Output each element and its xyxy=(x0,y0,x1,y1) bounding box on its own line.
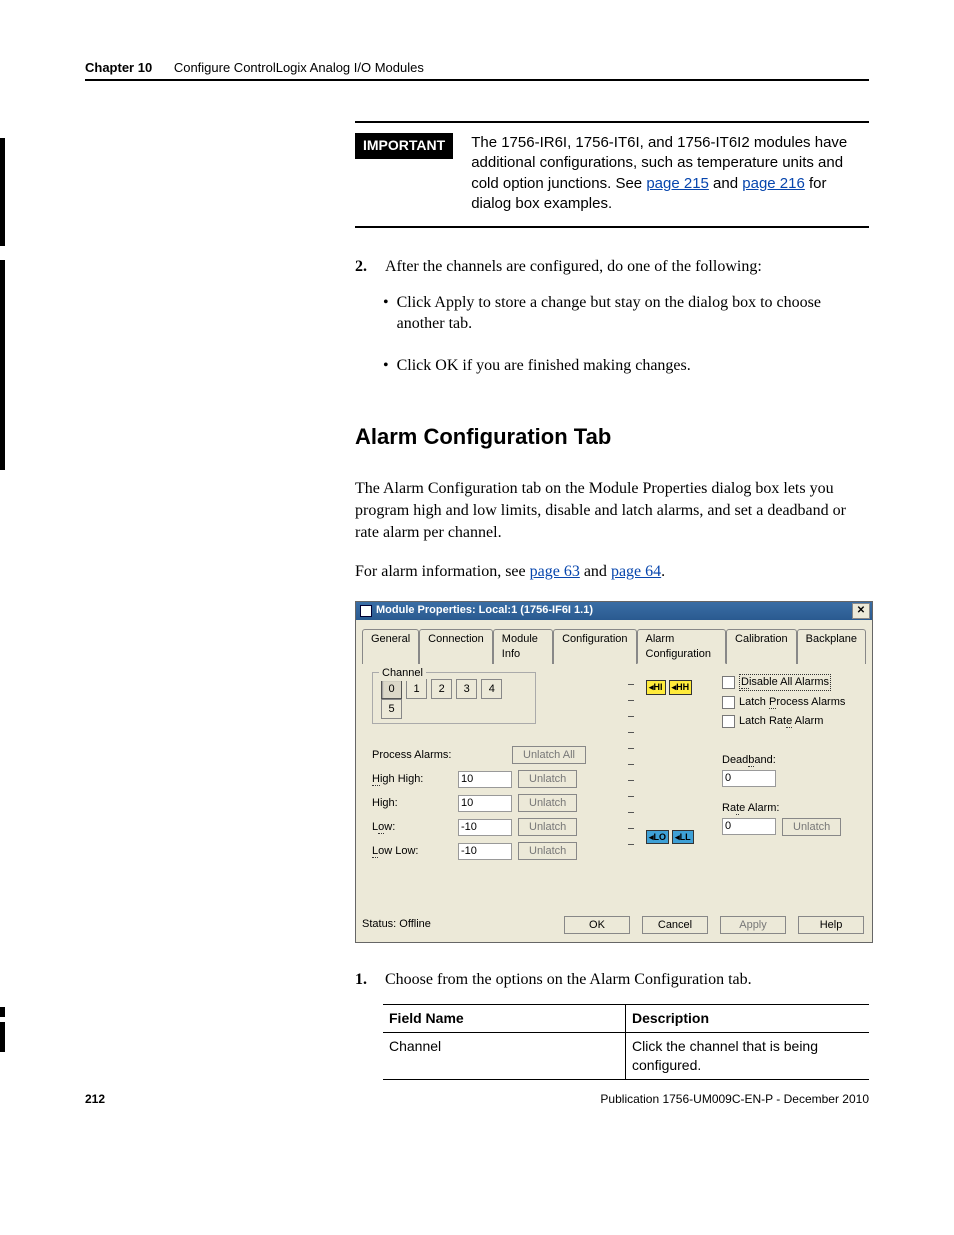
dialog-module-properties: Module Properties: Local:1 (1756-IF6I 1.… xyxy=(355,601,873,943)
para-intro: The Alarm Configuration tab on the Modul… xyxy=(355,478,869,543)
bullet-ok: Click OK if you are finished making chan… xyxy=(383,355,869,377)
help-button[interactable]: Help xyxy=(798,916,864,934)
close-icon[interactable]: ✕ xyxy=(852,603,870,619)
high-input[interactable]: 10 xyxy=(458,795,512,812)
rate-alarm-label: Rate Alarm: xyxy=(722,801,852,816)
high-unlatch-button[interactable]: Unlatch xyxy=(518,794,577,812)
tab-general[interactable]: General xyxy=(362,629,419,665)
col-description: Description xyxy=(626,1005,870,1033)
field-description-table: Field Name Description Channel Click the… xyxy=(383,1004,869,1080)
low-low-input[interactable]: -10 xyxy=(458,843,512,860)
low-input[interactable]: -10 xyxy=(458,819,512,836)
apply-button[interactable]: Apply xyxy=(720,916,786,934)
high-label: High: xyxy=(372,796,452,811)
dialog-title: Module Properties: Local:1 (1756-IF6I 1.… xyxy=(376,603,593,618)
process-alarms-label: Process Alarms: xyxy=(372,748,452,763)
ok-button[interactable]: OK xyxy=(564,916,630,934)
revision-bar xyxy=(0,1022,5,1052)
link-page-64[interactable]: page 64 xyxy=(611,563,661,580)
tab-configuration[interactable]: Configuration xyxy=(553,629,636,665)
latch-process-alarms-checkbox[interactable]: Latch Process Alarms xyxy=(722,695,852,710)
step-number: 2. xyxy=(355,256,375,278)
status-text: Status: Offline xyxy=(362,917,431,932)
page-footer: 212 Publication 1756-UM009C-EN-P - Decem… xyxy=(85,1092,869,1106)
latch-rate-alarm-checkbox[interactable]: Latch Rate Alarm xyxy=(722,714,852,729)
tab-calibration[interactable]: Calibration xyxy=(726,629,797,665)
channel-group: Channel 0 1 2 3 4 5 xyxy=(372,672,536,724)
channel-legend: Channel xyxy=(379,666,426,681)
titlebar: Module Properties: Local:1 (1756-IF6I 1.… xyxy=(356,602,872,620)
important-callout: IMPORTANT The 1756-IR6I, 1756-IT6I, and … xyxy=(355,121,869,228)
low-low-label: Low Low: xyxy=(372,844,452,859)
col-field-name: Field Name xyxy=(383,1005,626,1033)
tab-backplane[interactable]: Backplane xyxy=(797,629,866,665)
low-unlatch-button[interactable]: Unlatch xyxy=(518,818,577,836)
app-icon xyxy=(360,605,372,617)
ll-badge: ◂LL xyxy=(672,830,694,844)
channel-0-button[interactable]: 0 xyxy=(381,679,402,699)
lo-badge: ◂LO xyxy=(646,830,669,844)
cancel-button[interactable]: Cancel xyxy=(642,916,708,934)
section-heading: Alarm Configuration Tab xyxy=(355,424,869,450)
channel-4-button[interactable]: 4 xyxy=(481,679,502,699)
page-number: 212 xyxy=(85,1092,105,1106)
para-see-also: For alarm information, see page 63 and p… xyxy=(355,561,869,583)
tab-module-info[interactable]: Module Info xyxy=(493,629,553,665)
table-row: Channel Click the channel that is being … xyxy=(383,1033,869,1080)
page-header: Chapter 10 Configure ControlLogix Analog… xyxy=(85,60,869,75)
channel-5-button[interactable]: 5 xyxy=(381,699,402,719)
high-high-input[interactable]: 10 xyxy=(458,771,512,788)
link-page-63[interactable]: page 63 xyxy=(530,563,580,580)
tab-strip: General Connection Module Info Configura… xyxy=(362,628,866,665)
unlatch-all-button[interactable]: Unlatch All xyxy=(512,746,586,764)
header-rule xyxy=(85,79,869,81)
alarm-gauge: ◂HI ◂HH ◂LO ◂LL xyxy=(628,678,700,846)
channel-1-button[interactable]: 1 xyxy=(406,679,427,699)
low-low-unlatch-button[interactable]: Unlatch xyxy=(518,842,577,860)
step-2: 2. After the channels are configured, do… xyxy=(355,256,869,278)
chapter-title: Configure ControlLogix Analog I/O Module… xyxy=(174,60,424,75)
important-text: The 1756-IR6I, 1756-IT6I, and 1756-IT6I2… xyxy=(471,133,869,214)
channel-3-button[interactable]: 3 xyxy=(456,679,477,699)
tab-alarm-configuration[interactable]: Alarm Configuration xyxy=(637,629,727,665)
step-1: 1. Choose from the options on the Alarm … xyxy=(355,969,869,991)
low-label: Low: xyxy=(372,820,452,835)
link-page-215[interactable]: page 215 xyxy=(646,175,709,192)
rate-unlatch-button[interactable]: Unlatch xyxy=(782,818,841,836)
hi-badge: ◂HI xyxy=(646,680,666,694)
revision-bar xyxy=(0,260,5,470)
publication-id: Publication 1756-UM009C-EN-P - December … xyxy=(600,1092,869,1106)
step-text: After the channels are configured, do on… xyxy=(385,256,762,278)
tab-connection[interactable]: Connection xyxy=(419,629,493,665)
deadband-input[interactable]: 0 xyxy=(722,770,776,787)
channel-2-button[interactable]: 2 xyxy=(431,679,452,699)
link-page-216[interactable]: page 216 xyxy=(742,175,805,192)
high-high-unlatch-button[interactable]: Unlatch xyxy=(518,770,577,788)
deadband-label: Deadband: xyxy=(722,753,852,768)
step-number: 1. xyxy=(355,969,375,991)
hh-badge: ◂HH xyxy=(669,680,693,694)
revision-bar xyxy=(0,138,5,246)
important-tag: IMPORTANT xyxy=(355,133,453,159)
revision-bar xyxy=(0,1007,5,1017)
step-text: Choose from the options on the Alarm Con… xyxy=(385,969,752,991)
chapter-number: Chapter 10 xyxy=(85,60,152,75)
high-high-label: High High: xyxy=(372,772,452,787)
rate-alarm-input[interactable]: 0 xyxy=(722,818,776,835)
disable-all-alarms-checkbox[interactable]: Disable All Alarms xyxy=(722,674,852,691)
bullet-apply: Click Apply to store a change but stay o… xyxy=(383,292,869,335)
